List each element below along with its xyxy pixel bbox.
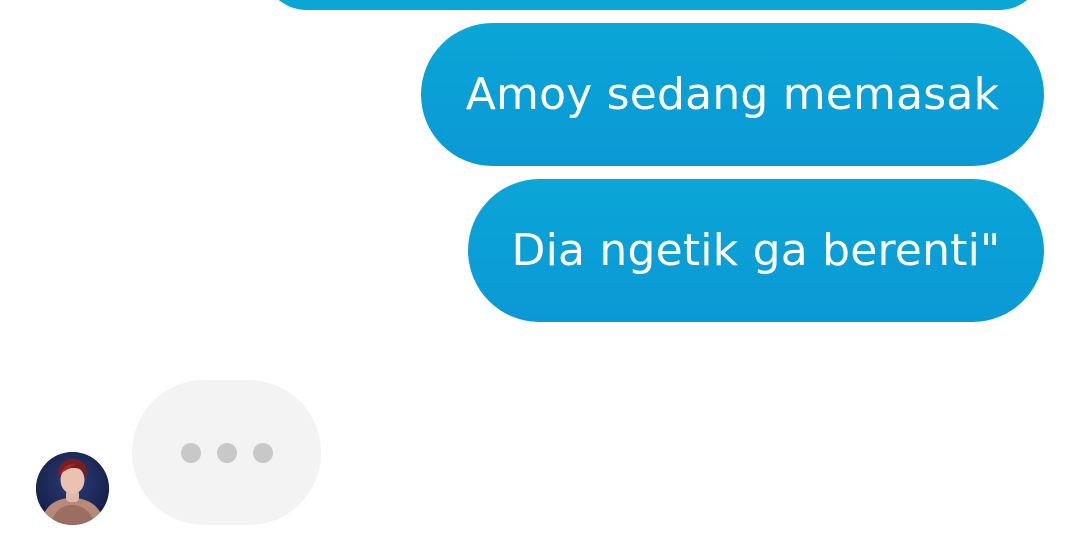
message-bubble-outgoing[interactable]: Dia ngetik ga berenti" bbox=[468, 179, 1044, 322]
message-bubble-outgoing-previous[interactable] bbox=[262, 0, 1044, 10]
chat-screen: Amoy sedang memasak Dia ngetik ga berent… bbox=[0, 0, 1080, 542]
typing-dot bbox=[252, 442, 273, 463]
typing-dot bbox=[216, 442, 237, 463]
message-text: Amoy sedang memasak bbox=[465, 69, 1000, 120]
typing-indicator bbox=[132, 380, 321, 525]
typing-dot bbox=[180, 442, 201, 463]
message-text: Dia ngetik ga berenti" bbox=[511, 225, 1001, 276]
message-bubble-outgoing[interactable]: Amoy sedang memasak bbox=[421, 23, 1044, 166]
avatar-image bbox=[36, 452, 109, 525]
contact-avatar[interactable] bbox=[36, 452, 109, 525]
